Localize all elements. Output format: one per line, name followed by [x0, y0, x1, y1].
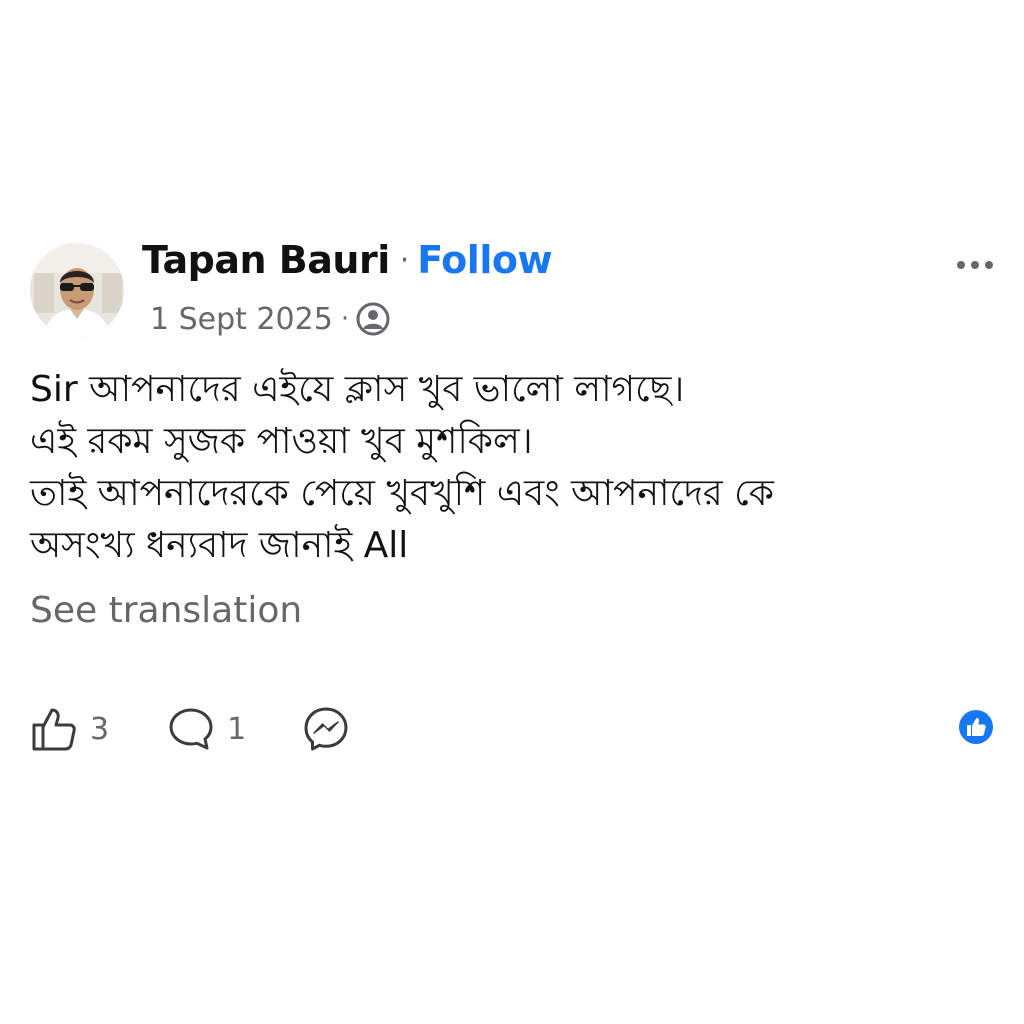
post-body: Sir আপনাদের এইযে ক্লাস খুব ভালো লাগছে। এ…	[30, 364, 990, 572]
post-header: Tapan Bauri · Follow	[142, 236, 553, 284]
like-button[interactable]: 3	[30, 705, 109, 753]
post-card: Tapan Bauri · Follow 1 Sept 2025 · Sir আ…	[0, 0, 1024, 1024]
comment-count: 1	[227, 711, 247, 747]
profile-photo	[30, 243, 124, 337]
meta-separator: ·	[340, 304, 350, 334]
follow-button[interactable]: Follow	[417, 238, 552, 282]
friends-icon[interactable]	[355, 301, 391, 337]
share-button[interactable]	[302, 705, 350, 753]
author-name[interactable]: Tapan Bauri	[142, 238, 390, 282]
post-text-line: অসংখ্য ধন্যবাদ জানাই All	[30, 525, 409, 566]
post-text-line: Sir আপনাদের এইযে ক্লাস খুব ভালো লাগছে।	[30, 369, 685, 410]
post-text-line: তাই আপনাদেরকে পেয়ে খুবখুশি এবং আপনাদের …	[30, 473, 774, 514]
more-options-icon[interactable]	[952, 248, 998, 282]
thumbs-up-icon	[30, 705, 78, 753]
like-reaction-icon[interactable]	[958, 709, 994, 745]
like-count: 3	[90, 711, 110, 747]
messenger-icon	[302, 705, 350, 753]
post-date[interactable]: 1 Sept 2025	[150, 302, 333, 337]
comment-button[interactable]: 1	[167, 705, 246, 753]
see-translation-link[interactable]: See translation	[30, 590, 302, 631]
name-separator: ·	[399, 242, 410, 278]
post-meta: 1 Sept 2025 ·	[150, 298, 391, 340]
post-text-line: এই রকম সুজক পাওয়া খুব মুশকিল।	[30, 421, 533, 462]
avatar[interactable]	[30, 243, 124, 337]
action-bar: 3 1	[30, 703, 350, 755]
comment-icon	[167, 705, 215, 753]
